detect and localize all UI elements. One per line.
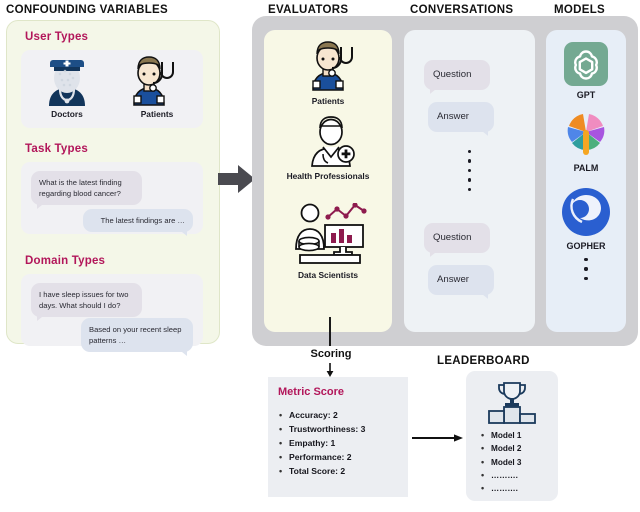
scoring-arrow-down (325, 363, 335, 377)
patient-icon (300, 40, 362, 93)
domain-types-box: I have sleep issues for two days. What s… (21, 274, 203, 352)
confounding-variables-card: User Types Doctors Patients Task Types W… (6, 20, 220, 352)
conversations-heading: CONVERSATIONS (410, 4, 514, 16)
task-types-box: What is the latest finding regarding blo… (21, 162, 203, 234)
conversation-bubble-answer-2: Answer (428, 265, 494, 295)
conversation-bubble-question-2: Question (424, 223, 490, 253)
openai-logo-icon (564, 42, 608, 86)
doctor-icon (35, 56, 99, 108)
model-label-gopher: GOPHER (566, 241, 606, 251)
trophy-podium-icon (485, 377, 539, 425)
evaluator-label-health-professionals: Health Professionals (286, 171, 370, 181)
leaderboard-item: Model 2 (480, 441, 558, 456)
domain-chat-answer: Based on your recent sleep patterns … (81, 318, 193, 352)
evaluation-pipeline-panel: EVALUATORS Patients Health Professionals… (252, 4, 638, 346)
conversations-card: Question Answer Question Answer (404, 30, 535, 332)
user-types-box: Doctors Patients (21, 50, 203, 128)
leaderboard-heading: LEADERBOARD (437, 355, 530, 367)
conversation-ellipsis (404, 150, 535, 197)
leaderboard-item: ………. (480, 468, 558, 483)
leaderboard-box: Model 1 Model 2 Model 3 ………. ………. (466, 371, 558, 501)
flow-arrow-to-evaluators (218, 164, 256, 194)
metric-item: Performance: 2 (278, 450, 406, 465)
model-label-palm: PALM (573, 163, 599, 173)
section-label-task-types: Task Types (25, 143, 88, 155)
leaderboard-list: Model 1 Model 2 Model 3 ………. ………. (480, 428, 558, 496)
metric-score-title: Metric Score (278, 386, 345, 398)
evaluators-heading: EVALUATORS (268, 4, 349, 16)
connector-evaluators-to-scoring (329, 317, 331, 346)
confounding-variables-heading: CONFOUNDING VARIABLES (6, 4, 168, 16)
models-ellipsis (546, 258, 626, 286)
section-label-domain-types: Domain Types (25, 255, 106, 267)
model-label-gpt: GPT (576, 90, 596, 100)
gopher-swirl-logo-icon (560, 186, 612, 238)
data-scientist-icon (292, 202, 368, 265)
leaderboard-item: ………. (480, 481, 558, 496)
scoring-label: Scoring (310, 348, 352, 360)
section-label-user-types: User Types (25, 31, 89, 43)
metric-item: Total Score: 2 (278, 464, 406, 479)
leaderboard-item: Model 3 (480, 455, 558, 470)
metric-score-box: Metric Score Accuracy: 2 Trustworthiness… (268, 377, 408, 497)
evaluators-card: Patients Health Professionals Data Scien… (264, 30, 392, 332)
metric-item: Trustworthiness: 3 (278, 422, 406, 437)
health-professional-icon (304, 116, 358, 168)
task-chat-answer: The latest findings are … (83, 209, 193, 232)
models-card: GPT PALM GOPHER (546, 30, 626, 332)
task-chat-question: What is the latest finding regarding blo… (31, 171, 142, 205)
arrow-metric-to-leaderboard (412, 430, 464, 442)
metric-item: Accuracy: 2 (278, 408, 406, 423)
user-type-label-doctors: Doctors (51, 109, 83, 119)
palm-pinwheel-logo-icon (560, 110, 612, 160)
user-type-label-patients: Patients (140, 109, 174, 119)
patient-with-stethoscope-icon (121, 55, 183, 108)
domain-chat-question: I have sleep issues for two days. What s… (31, 283, 142, 317)
models-heading: MODELS (554, 4, 605, 16)
evaluator-label-data-scientists: Data Scientists (297, 270, 359, 280)
metric-item: Empathy: 1 (278, 436, 406, 451)
metric-score-list: Accuracy: 2 Trustworthiness: 3 Empathy: … (278, 408, 406, 479)
conversation-bubble-answer-1: Answer (428, 102, 494, 132)
leaderboard-item: Model 1 (480, 428, 558, 443)
conversation-bubble-question-1: Question (424, 60, 490, 90)
evaluator-label-patients: Patients (311, 96, 345, 106)
